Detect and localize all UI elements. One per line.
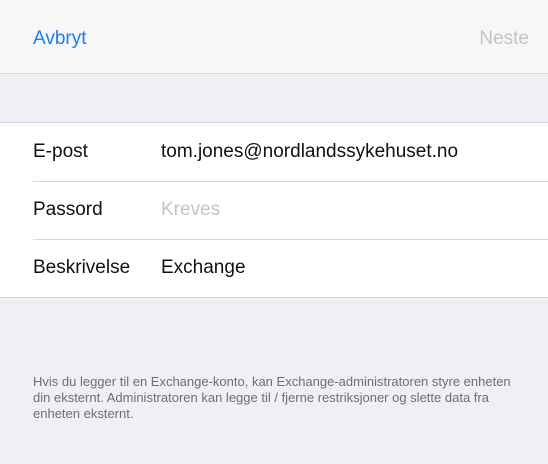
- email-row[interactable]: E-post tom.jones@nordlandssykehuset.no: [0, 123, 548, 181]
- password-row[interactable]: Passord Kreves: [0, 181, 548, 239]
- next-button[interactable]: Neste: [479, 28, 529, 50]
- exchange-info-note: Hvis du legger til en Exchange-konto, ka…: [33, 374, 511, 421]
- description-field[interactable]: Exchange: [161, 257, 246, 279]
- email-field[interactable]: tom.jones@nordlandssykehuset.no: [161, 141, 458, 163]
- navigation-bar: Avbryt Neste: [0, 0, 548, 74]
- email-label: E-post: [33, 141, 88, 162]
- account-form: E-post tom.jones@nordlandssykehuset.no P…: [0, 122, 548, 298]
- description-label: Beskrivelse: [33, 257, 131, 278]
- description-row[interactable]: Beskrivelse Exchange: [0, 239, 548, 297]
- password-field[interactable]: Kreves: [161, 199, 220, 221]
- cancel-button[interactable]: Avbryt: [33, 28, 87, 50]
- password-label: Passord: [33, 199, 103, 220]
